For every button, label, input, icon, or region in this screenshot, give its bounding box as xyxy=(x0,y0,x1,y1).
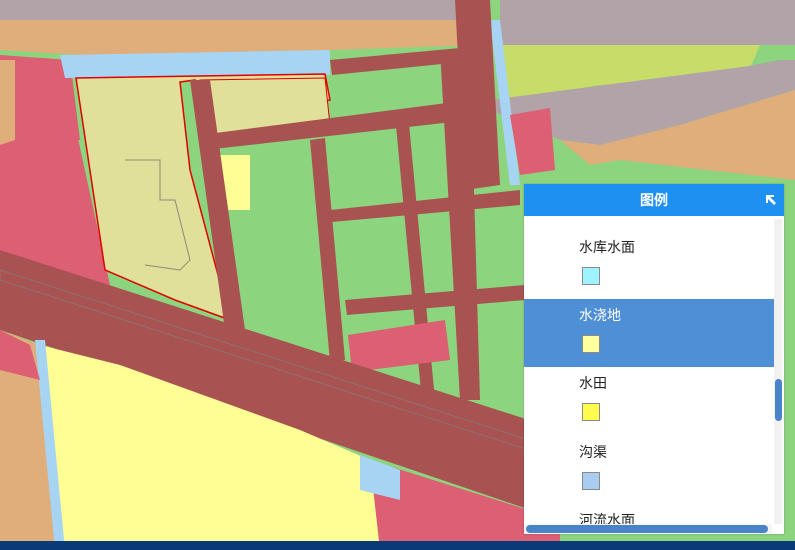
vertical-scrollbar[interactable] xyxy=(774,219,782,524)
legend-item-label: 沟渠 xyxy=(579,445,607,461)
legend-item-label: 水库水面 xyxy=(579,240,635,256)
legend-item[interactable]: 河流水面 xyxy=(524,504,774,524)
collapse-arrow-icon[interactable] xyxy=(763,192,779,208)
legend-swatch xyxy=(582,267,600,285)
map-parcel xyxy=(490,0,795,45)
legend-item[interactable]: 水田 xyxy=(524,367,774,435)
horizontal-scrollbar[interactable] xyxy=(524,524,772,534)
legend-panel: 图例 水库水面 水浇地 水田 沟渠 河流水面 xyxy=(524,184,784,534)
legend-item-label: 河流水面 xyxy=(579,513,635,524)
legend-swatch xyxy=(582,335,600,353)
legend-item-label: 水浇地 xyxy=(579,308,621,324)
legend-item-label: 水田 xyxy=(579,376,607,392)
horizontal-scroll-thumb[interactable] xyxy=(526,525,768,533)
legend-swatch xyxy=(582,472,600,490)
legend-swatch xyxy=(582,403,600,421)
map-parcel xyxy=(0,20,480,30)
map-parcel xyxy=(0,0,480,20)
legend-item-selected[interactable]: 水浇地 xyxy=(524,299,774,367)
legend-title: 图例 xyxy=(640,193,668,209)
legend-item[interactable]: 水库水面 xyxy=(524,219,774,287)
legend-item[interactable]: 沟渠 xyxy=(524,436,774,504)
vertical-scroll-thumb[interactable] xyxy=(775,379,782,421)
legend-list: 水库水面 水浇地 水田 沟渠 河流水面 xyxy=(524,219,774,524)
map-parcel xyxy=(0,60,15,145)
legend-header: 图例 xyxy=(524,184,784,216)
status-bar xyxy=(0,541,795,550)
